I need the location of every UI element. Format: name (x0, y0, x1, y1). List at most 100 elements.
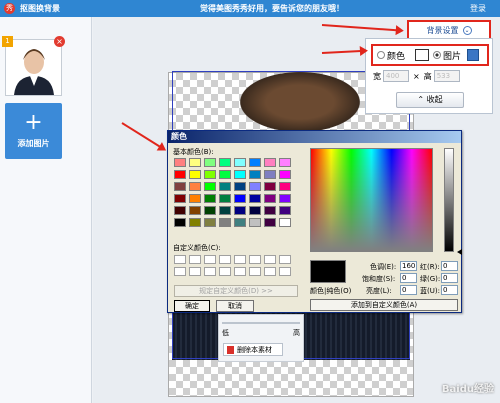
plus-icon: + (24, 110, 43, 135)
hue-input[interactable]: 160 (400, 261, 417, 271)
basic-color-swatch[interactable] (264, 182, 276, 191)
custom-color-swatch[interactable] (174, 255, 186, 264)
basic-color-swatch[interactable] (279, 182, 291, 191)
custom-color-swatch[interactable] (264, 267, 276, 276)
width-label: 宽 (373, 71, 381, 81)
custom-color-swatch[interactable] (219, 255, 231, 264)
luminance-input[interactable]: 0 (400, 285, 417, 295)
basic-color-swatch[interactable] (249, 170, 261, 179)
blue-input[interactable]: 0 (441, 285, 458, 295)
lock-ratio-icon[interactable]: × (413, 72, 420, 81)
custom-color-swatch[interactable] (279, 267, 291, 276)
background-settings-button[interactable]: 背景设置 ⌄ (407, 20, 491, 40)
basic-color-swatch[interactable] (189, 170, 201, 179)
basic-color-swatch[interactable] (189, 158, 201, 167)
basic-color-swatch[interactable] (204, 218, 216, 227)
collapse-label: 收起 (426, 95, 443, 104)
login-link[interactable]: 登录 (470, 3, 486, 14)
custom-color-swatch[interactable] (264, 255, 276, 264)
basic-color-swatch[interactable] (174, 194, 186, 203)
remove-thumbnail-icon[interactable]: × (54, 36, 65, 47)
basic-color-swatch[interactable] (219, 194, 231, 203)
color-spectrum[interactable] (310, 148, 433, 252)
basic-color-swatch[interactable] (189, 218, 201, 227)
basic-color-swatch[interactable] (234, 218, 246, 227)
basic-color-swatch[interactable] (234, 182, 246, 191)
delete-material-button[interactable]: 删除本素材 (223, 343, 283, 356)
color-preview (310, 260, 346, 283)
custom-color-swatch[interactable] (234, 255, 246, 264)
custom-color-swatch[interactable] (189, 267, 201, 276)
custom-color-swatch[interactable] (189, 255, 201, 264)
basic-color-swatch[interactable] (279, 170, 291, 179)
image-thumbnail[interactable]: 1 × (2, 36, 65, 96)
red-input[interactable]: 0 (441, 261, 458, 271)
basic-color-swatch[interactable] (249, 194, 261, 203)
basic-color-swatch[interactable] (279, 194, 291, 203)
basic-color-swatch[interactable] (264, 194, 276, 203)
basic-color-swatch[interactable] (219, 182, 231, 191)
basic-color-swatch[interactable] (189, 206, 201, 215)
collapse-button[interactable]: ⌃ 收起 (396, 92, 464, 108)
custom-color-swatch[interactable] (249, 267, 261, 276)
basic-color-swatch[interactable] (219, 218, 231, 227)
saturation-input[interactable]: 0 (400, 273, 417, 283)
background-type-options: 颜色 图片 (371, 44, 489, 66)
basic-color-swatch[interactable] (204, 194, 216, 203)
basic-color-swatch[interactable] (219, 206, 231, 215)
custom-color-swatch[interactable] (174, 267, 186, 276)
color-radio[interactable] (377, 51, 385, 59)
cancel-button[interactable]: 取消 (216, 300, 254, 312)
ok-button[interactable]: 确定 (174, 300, 210, 312)
picture-picker-icon[interactable] (467, 49, 480, 61)
basic-color-swatch[interactable] (204, 182, 216, 191)
basic-color-swatch[interactable] (204, 158, 216, 167)
basic-color-swatch[interactable] (234, 194, 246, 203)
basic-color-swatch[interactable] (219, 170, 231, 179)
basic-color-swatch[interactable] (249, 218, 261, 227)
basic-color-swatch[interactable] (264, 170, 276, 179)
basic-color-swatch[interactable] (204, 170, 216, 179)
basic-color-swatch[interactable] (174, 206, 186, 215)
app-logo-icon: 秀 (4, 3, 15, 14)
basic-color-swatch[interactable] (264, 218, 276, 227)
basic-color-swatch[interactable] (279, 218, 291, 227)
basic-color-swatch[interactable] (264, 158, 276, 167)
basic-color-swatch[interactable] (249, 182, 261, 191)
basic-color-swatch[interactable] (279, 158, 291, 167)
custom-color-swatch[interactable] (279, 255, 291, 264)
basic-color-swatch[interactable] (234, 206, 246, 215)
custom-color-swatch[interactable] (219, 267, 231, 276)
add-to-custom-colors-button[interactable]: 添加到自定义颜色(A) (310, 299, 458, 311)
luminance-arrow-icon[interactable] (457, 249, 462, 255)
width-input[interactable]: 400 (383, 70, 409, 82)
basic-color-swatch[interactable] (204, 206, 216, 215)
height-input[interactable]: 533 (433, 70, 460, 82)
basic-color-swatch[interactable] (249, 206, 261, 215)
blue-label: 蓝(U): (420, 287, 440, 295)
custom-colors-label: 自定义颜色(C): (173, 244, 221, 252)
custom-color-swatch[interactable] (234, 267, 246, 276)
add-image-button[interactable]: + 添加图片 (5, 103, 62, 159)
green-input[interactable]: 0 (441, 273, 458, 283)
custom-color-swatch[interactable] (204, 255, 216, 264)
basic-color-swatch[interactable] (279, 206, 291, 215)
basic-color-swatch[interactable] (174, 158, 186, 167)
basic-color-swatch[interactable] (189, 194, 201, 203)
basic-color-swatch[interactable] (174, 170, 186, 179)
custom-color-swatch[interactable] (249, 255, 261, 264)
slider-track[interactable] (222, 322, 300, 324)
basic-color-swatch[interactable] (174, 182, 186, 191)
custom-color-swatch[interactable] (204, 267, 216, 276)
basic-color-swatch[interactable] (264, 206, 276, 215)
luminance-bar[interactable] (444, 148, 454, 252)
color-swatch[interactable] (415, 49, 430, 61)
basic-color-swatch[interactable] (189, 182, 201, 191)
basic-color-swatch[interactable] (249, 158, 261, 167)
basic-color-swatch[interactable] (234, 158, 246, 167)
picture-radio[interactable] (433, 51, 442, 59)
basic-color-swatch[interactable] (219, 158, 231, 167)
title-bar: 秀 抠图换背景 觉得美图秀秀好用，要告诉您的朋友哦！ 登录 (0, 0, 500, 17)
basic-color-swatch[interactable] (174, 218, 186, 227)
basic-color-swatch[interactable] (234, 170, 246, 179)
